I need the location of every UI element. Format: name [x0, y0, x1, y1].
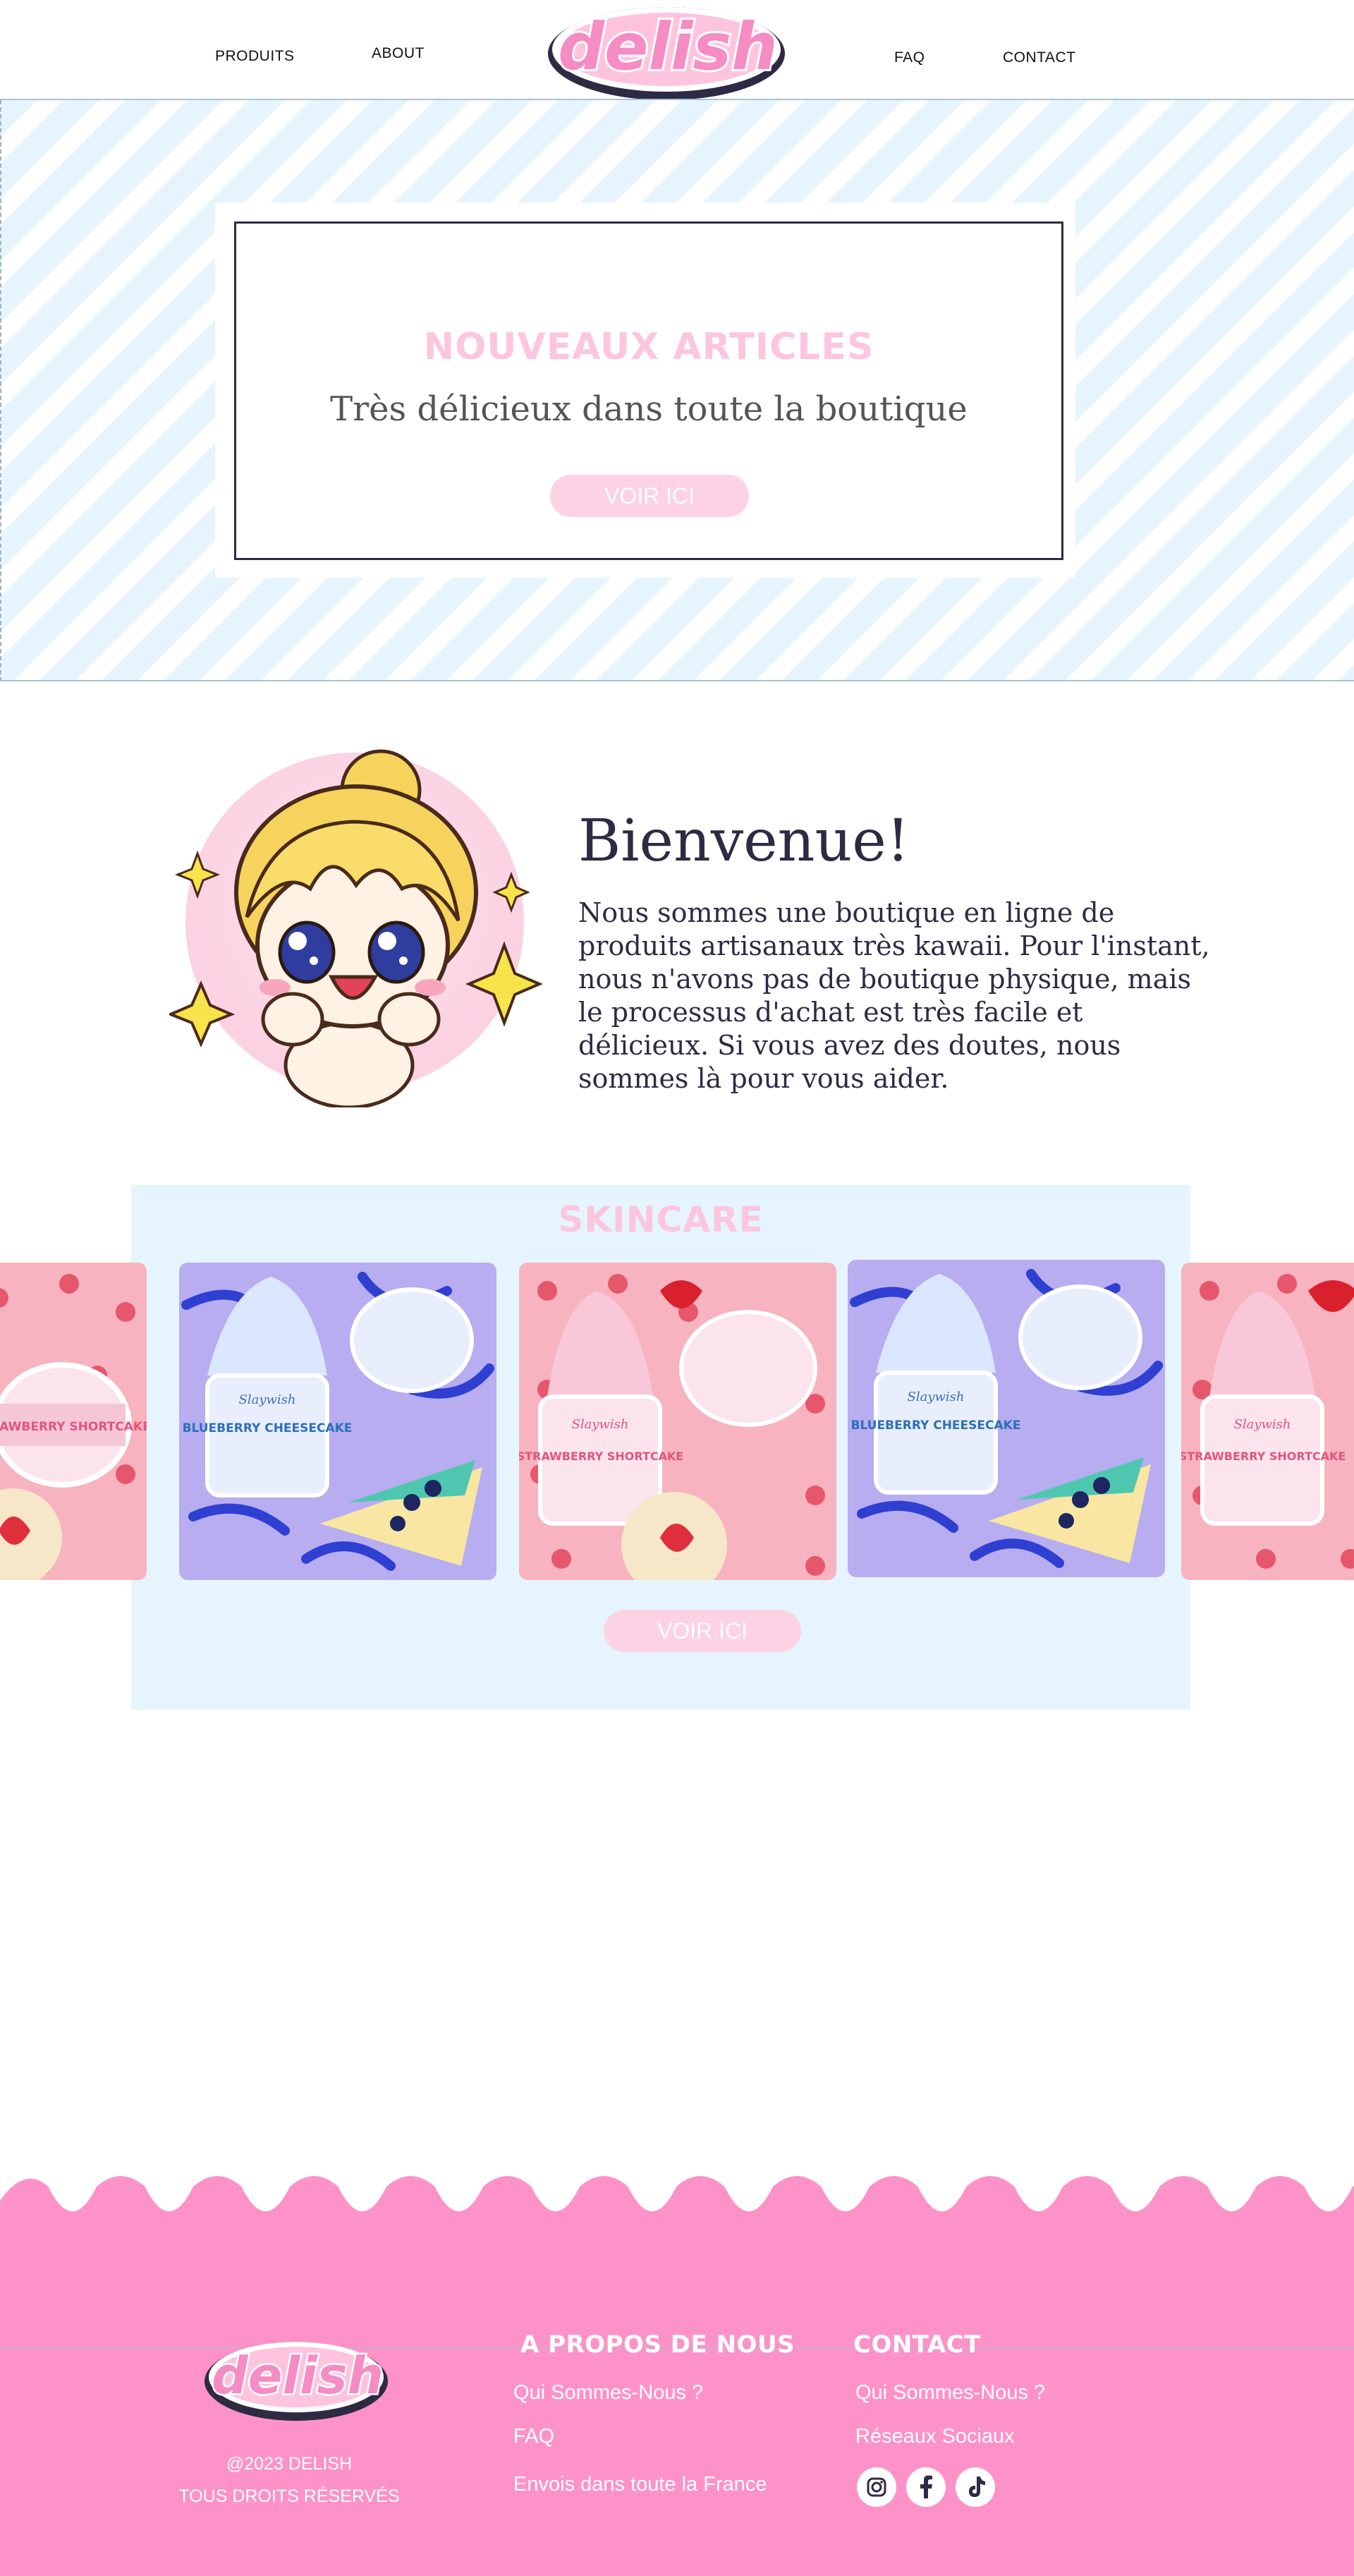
product-brand: Slaywish — [572, 1417, 629, 1432]
tiktok-icon[interactable] — [956, 2467, 995, 2507]
site-header: PRODUITS ABOUT FAQ CONTACT delish — [0, 0, 1354, 100]
product-card[interactable]: Slaywish STRAWBERRY SHORTCAKE — [1181, 1263, 1354, 1580]
chibi-girl-icon — [169, 749, 543, 1107]
hero-voir-ici-button[interactable]: VOIR ICI — [550, 475, 749, 517]
product-card[interactable]: BLUEBERRY CHEESECAKE Slaywish — [848, 1260, 1165, 1577]
strawberry-jar-image: Slaywish STRAWBERRY SHORTCAKE — [1181, 1263, 1354, 1580]
footer-contact-qui-sommes-nous[interactable]: Qui Sommes-Nous ? — [855, 2381, 1045, 2405]
footer-link-reseaux-sociaux[interactable]: Réseaux Sociaux — [855, 2425, 1015, 2448]
footer-contact-heading: CONTACT — [853, 2331, 981, 2359]
footer-link-faq[interactable]: FAQ — [513, 2425, 554, 2448]
nav-contact[interactable]: CONTACT — [1003, 49, 1075, 66]
strawberry-jar-image: Slaywish STRAWBERRY SHORTCAKE — [519, 1263, 836, 1580]
product-label: STRAWBERRY SHORTCAKE — [519, 1450, 683, 1463]
hero-title: NOUVEAUX ARTICLES — [423, 326, 874, 368]
blueberry-jar-image: BLUEBERRY CHEESECAKE Slaywish — [179, 1263, 496, 1580]
product-brand: Slaywish — [908, 1390, 965, 1404]
skincare-voir-ici-button[interactable]: VOIR ICI — [604, 1610, 801, 1652]
footer-copyright: @2023 DELISH TOUS DROITS RÉSERVÉS — [141, 2448, 437, 2513]
strawberry-jar-image: STRAWBERRY SHORTCAKE — [0, 1263, 147, 1580]
rights-text: TOUS DROITS RÉSERVÉS — [178, 2486, 400, 2506]
skincare-title: SKINCARE — [558, 1199, 764, 1240]
product-label: STRAWBERRY SHORTCAKE — [0, 1420, 147, 1434]
product-card[interactable]: BLUEBERRY CHEESECAKE Slaywish — [179, 1263, 496, 1580]
footer-about-heading: A PROPOS DE NOUS — [520, 2331, 795, 2359]
welcome-text: Nous sommes une boutique en ligne de pro… — [578, 897, 1210, 1094]
delish-logo[interactable]: delish — [539, 0, 793, 99]
product-label: STRAWBERRY SHORTCAKE — [1181, 1450, 1346, 1463]
product-card[interactable]: Slaywish STRAWBERRY SHORTCAKE — [519, 1263, 836, 1580]
product-brand: Slaywish — [239, 1392, 296, 1407]
nav-about[interactable]: ABOUT — [372, 45, 425, 62]
svg-text:delish: delish — [558, 9, 778, 85]
welcome-title: Bienvenue! — [578, 808, 910, 875]
hero-subtitle: Très délicieux dans toute la boutique — [330, 389, 968, 429]
footer-link-qui-sommes-nous[interactable]: Qui Sommes-Nous ? — [513, 2381, 703, 2405]
product-label: BLUEBERRY CHEESECAKE — [851, 1418, 1021, 1433]
nav-produits[interactable]: PRODUITS — [215, 48, 295, 65]
facebook-icon[interactable] — [906, 2467, 946, 2507]
footer-link-envois[interactable]: Envois dans toute la France — [513, 2473, 767, 2496]
product-brand: Slaywish — [1234, 1417, 1291, 1432]
product-label: BLUEBERRY CHEESECAKE — [183, 1421, 353, 1435]
nav-faq[interactable]: FAQ — [894, 49, 925, 66]
copyright-text: @2023 DELISH — [226, 2454, 353, 2474]
svg-text:delish: delish — [212, 2346, 384, 2405]
blueberry-jar-image: BLUEBERRY CHEESECAKE Slaywish — [848, 1260, 1165, 1577]
footer-delish-logo[interactable]: delish — [197, 2321, 395, 2426]
product-card[interactable]: STRAWBERRY SHORTCAKE — [0, 1263, 147, 1580]
instagram-icon[interactable] — [857, 2467, 896, 2507]
